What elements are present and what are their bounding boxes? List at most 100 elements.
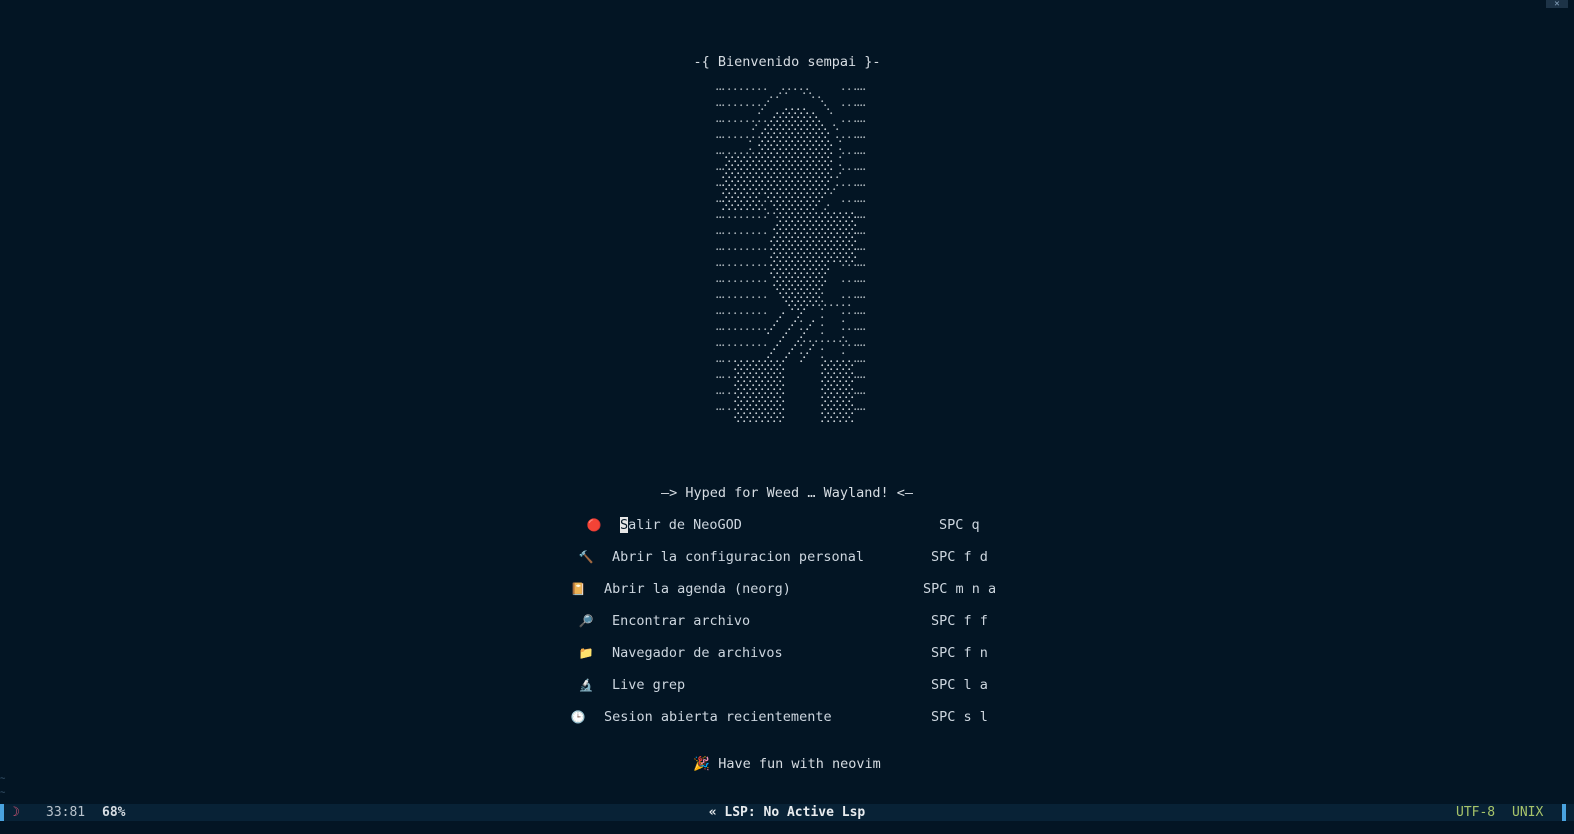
ascii-art-dot bbox=[725, 188, 728, 191]
ascii-art-dot bbox=[788, 304, 791, 307]
ascii-art-dot bbox=[761, 372, 764, 375]
ascii-art-dot bbox=[818, 120, 821, 123]
ascii-art-dot bbox=[845, 380, 848, 383]
ascii-art-dot bbox=[803, 276, 806, 279]
menu-item-find-file[interactable]: 🔎 Encontrar archivo SPC f f bbox=[578, 612, 1008, 632]
ascii-art-dot bbox=[779, 372, 782, 375]
ascii-art-dot bbox=[752, 176, 755, 179]
menu-item-file-browser[interactable]: 📁 Navegador de archivos SPC f n bbox=[578, 644, 1008, 664]
ascii-art-dot bbox=[734, 400, 737, 403]
ascii-art-dot bbox=[743, 372, 746, 375]
ascii-art-dot bbox=[806, 136, 809, 139]
ascii-art-dot bbox=[809, 196, 812, 199]
ascii-art-dot bbox=[791, 236, 794, 239]
ascii-art-dot bbox=[854, 184, 857, 187]
ascii-art-dot bbox=[785, 92, 788, 95]
ascii-art-dot bbox=[737, 396, 740, 399]
ascii-art-dot bbox=[728, 152, 731, 155]
ascii-art-dot bbox=[830, 176, 833, 179]
ascii-art-dot bbox=[779, 228, 782, 231]
ascii-art-dot bbox=[794, 240, 797, 243]
ascii-art-dot bbox=[857, 312, 860, 315]
menu-item-quit[interactable]: 🔴 Salir de NeoGOD SPC q bbox=[586, 516, 1006, 536]
ascii-art-dot bbox=[818, 144, 821, 147]
ascii-art-dot bbox=[788, 160, 791, 163]
ascii-art-dot bbox=[797, 108, 800, 111]
ascii-art-dot bbox=[824, 216, 827, 219]
ascii-art-dot bbox=[800, 288, 803, 291]
ascii-art-dot bbox=[821, 164, 824, 167]
ascii-art-dot bbox=[842, 120, 845, 123]
ascii-art-dot bbox=[749, 204, 752, 207]
ascii-art-dot bbox=[716, 264, 719, 267]
ascii-art-dot bbox=[809, 220, 812, 223]
ascii-art-dot bbox=[782, 272, 785, 275]
ascii-art-dot bbox=[761, 132, 764, 135]
ascii-art-dot bbox=[821, 332, 824, 335]
ascii-art-dot bbox=[746, 376, 749, 379]
ascii-art-dot bbox=[833, 228, 836, 231]
ascii-art-dot bbox=[857, 216, 860, 219]
ascii-art-dot bbox=[809, 292, 812, 295]
ascii-art-dot bbox=[788, 120, 791, 123]
ascii-art-dot bbox=[794, 264, 797, 267]
ascii-art-dot bbox=[752, 192, 755, 195]
statusline-right-edge bbox=[1562, 804, 1566, 821]
ascii-art-dot bbox=[806, 328, 809, 331]
ascii-art-dot bbox=[851, 364, 854, 367]
ascii-art-dot bbox=[728, 104, 731, 107]
ascii-art-dot bbox=[761, 380, 764, 383]
ascii-art-dot bbox=[761, 164, 764, 167]
ascii-art-dot bbox=[758, 136, 761, 139]
ascii-art-dot bbox=[770, 376, 773, 379]
ascii-art-dot bbox=[737, 364, 740, 367]
ascii-art-dot bbox=[758, 232, 761, 235]
ascii-art-dot bbox=[791, 156, 794, 159]
menu-item-recent-session[interactable]: 🕒 Sesion abierta recientemente SPC s l bbox=[570, 708, 1010, 728]
menu-item-live-grep[interactable]: 🔬 Live grep SPC l a bbox=[578, 676, 1008, 696]
ascii-art-dot bbox=[863, 152, 866, 155]
ascii-art-dot bbox=[848, 248, 851, 251]
ascii-art-dot bbox=[746, 312, 749, 315]
ascii-art-dot bbox=[746, 408, 749, 411]
ascii-art-dot bbox=[740, 232, 743, 235]
ascii-art-dot bbox=[809, 260, 812, 263]
ascii-art-dot bbox=[776, 192, 779, 195]
ascii-art-dot bbox=[821, 268, 824, 271]
ascii-art-dot bbox=[764, 312, 767, 315]
ascii-art-dot bbox=[791, 172, 794, 175]
menu-item-agenda[interactable]: 📔 Abrir la agenda (neorg) SPC m n a bbox=[570, 580, 1010, 600]
ascii-art-dot bbox=[779, 164, 782, 167]
ascii-art-dot bbox=[770, 160, 773, 163]
ascii-art-dot bbox=[812, 96, 815, 99]
ascii-art-dot bbox=[719, 296, 722, 299]
ascii-art-dot bbox=[728, 296, 731, 299]
ascii-art-dot bbox=[848, 152, 851, 155]
ascii-art-dot bbox=[863, 104, 866, 107]
ascii-art-dot bbox=[758, 152, 761, 155]
ascii-art-dot bbox=[800, 192, 803, 195]
menu-item-config[interactable]: 🔨 Abrir la configuracion personal SPC f … bbox=[578, 548, 1008, 568]
ascii-art-dot bbox=[845, 388, 848, 391]
ascii-art-dot bbox=[770, 128, 773, 131]
ascii-art-dot bbox=[812, 152, 815, 155]
ascii-art-dot bbox=[809, 116, 812, 119]
ascii-art-dot bbox=[851, 396, 854, 399]
ascii-art-dot bbox=[842, 248, 845, 251]
ascii-art-dot bbox=[812, 136, 815, 139]
ascii-art-dot bbox=[824, 168, 827, 171]
ascii-art-dot bbox=[860, 232, 863, 235]
ascii-art-dot bbox=[722, 248, 725, 251]
ascii-art-dot bbox=[836, 216, 839, 219]
ascii-art-dot bbox=[848, 88, 851, 91]
ascii-art-dot bbox=[722, 264, 725, 267]
ascii-art-dot bbox=[842, 416, 845, 419]
ascii-art-dot bbox=[827, 156, 830, 159]
ascii-art-dot bbox=[842, 256, 845, 259]
ascii-art-dot bbox=[836, 384, 839, 387]
ascii-art-dot bbox=[845, 236, 848, 239]
ascii-art-dot bbox=[716, 248, 719, 251]
menu-item-shortcut: SPC s l bbox=[931, 709, 988, 725]
ascii-art-dot bbox=[779, 268, 782, 271]
window-control-icon[interactable]: ✕ bbox=[1546, 0, 1568, 9]
